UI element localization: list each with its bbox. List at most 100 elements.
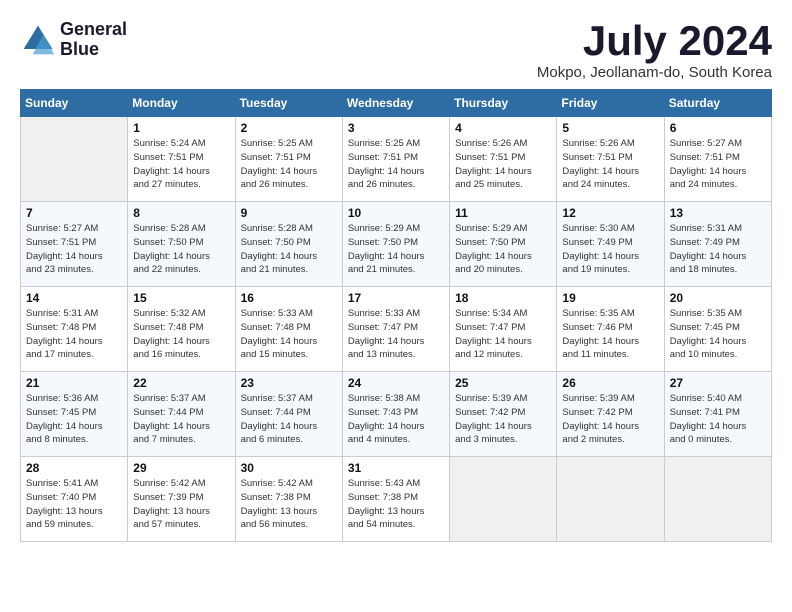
day-number: 7 (26, 206, 122, 220)
logo: General Blue (20, 20, 127, 60)
location: Mokpo, Jeollanam-do, South Korea (537, 64, 772, 81)
day-info: Sunrise: 5:30 AM Sunset: 7:49 PM Dayligh… (562, 222, 658, 277)
day-number: 3 (348, 121, 444, 135)
day-number: 25 (455, 376, 551, 390)
calendar-cell: 25 Sunrise: 5:39 AM Sunset: 7:42 PM Dayli… (450, 372, 557, 457)
week-row-5: 28 Sunrise: 5:41 AM Sunset: 7:40 PM Dayli… (21, 457, 772, 542)
day-number: 2 (241, 121, 337, 135)
calendar-cell: 26Sunrise: 5:39 AM Sunset: 7:42 PM Dayli… (557, 372, 664, 457)
day-info: Sunrise: 5:31 AM Sunset: 7:48 PM Dayligh… (26, 307, 122, 362)
week-row-2: 7 Sunrise: 5:27 AM Sunset: 7:51 PM Daylig… (21, 202, 772, 287)
day-number: 24 (348, 376, 444, 390)
calendar-cell: 12 Sunrise: 5:30 AM Sunset: 7:49 PM Dayli… (557, 202, 664, 287)
week-row-3: 14 Sunrise: 5:31 AM Sunset: 7:48 PM Dayli… (21, 287, 772, 372)
day-number: 22 (133, 376, 229, 390)
day-number: 9 (241, 206, 337, 220)
day-number: 19 (562, 291, 658, 305)
day-info: Sunrise: 5:26 AM Sunset: 7:51 PM Dayligh… (455, 137, 551, 192)
day-number: 10 (348, 206, 444, 220)
weekday-header-saturday: Saturday (664, 90, 771, 117)
calendar-cell: 7 Sunrise: 5:27 AM Sunset: 7:51 PM Daylig… (21, 202, 128, 287)
calendar-cell: 22 Sunrise: 5:37 AM Sunset: 7:44 PM Dayli… (128, 372, 235, 457)
day-number: 26 (562, 376, 658, 390)
calendar-cell: 18 Sunrise: 5:34 AM Sunset: 7:47 PM Dayli… (450, 287, 557, 372)
calendar-cell: 4 Sunrise: 5:26 AM Sunset: 7:51 PM Daylig… (450, 117, 557, 202)
day-number: 15 (133, 291, 229, 305)
day-number: 30 (241, 461, 337, 475)
day-info: Sunrise: 5:40 AM Sunset: 7:41 PM Dayligh… (670, 392, 766, 447)
day-number: 6 (670, 121, 766, 135)
calendar-cell: 16Sunrise: 5:33 AM Sunset: 7:48 PM Dayli… (235, 287, 342, 372)
weekday-header-wednesday: Wednesday (342, 90, 449, 117)
calendar-cell: 15 Sunrise: 5:32 AM Sunset: 7:48 PM Dayli… (128, 287, 235, 372)
day-number: 23 (241, 376, 337, 390)
day-number: 16 (241, 291, 337, 305)
weekday-header-row: SundayMondayTuesdayWednesdayThursdayFrid… (21, 90, 772, 117)
day-number: 11 (455, 206, 551, 220)
calendar-cell: 28 Sunrise: 5:41 AM Sunset: 7:40 PM Dayli… (21, 457, 128, 542)
day-info: Sunrise: 5:34 AM Sunset: 7:47 PM Dayligh… (455, 307, 551, 362)
weekday-header-tuesday: Tuesday (235, 90, 342, 117)
weekday-header-sunday: Sunday (21, 90, 128, 117)
day-number: 4 (455, 121, 551, 135)
day-info: Sunrise: 5:31 AM Sunset: 7:49 PM Dayligh… (670, 222, 766, 277)
calendar-cell: 29Sunrise: 5:42 AM Sunset: 7:39 PM Dayli… (128, 457, 235, 542)
title-block: July 2024 Mokpo, Jeollanam-do, South Kor… (537, 20, 772, 81)
day-number: 17 (348, 291, 444, 305)
weekday-header-monday: Monday (128, 90, 235, 117)
calendar-cell: 11Sunrise: 5:29 AM Sunset: 7:50 PM Dayli… (450, 202, 557, 287)
calendar-cell: 27 Sunrise: 5:40 AM Sunset: 7:41 PM Dayli… (664, 372, 771, 457)
day-info: Sunrise: 5:41 AM Sunset: 7:40 PM Dayligh… (26, 477, 122, 532)
calendar-cell: 13 Sunrise: 5:31 AM Sunset: 7:49 PM Dayli… (664, 202, 771, 287)
week-row-4: 21Sunrise: 5:36 AM Sunset: 7:45 PM Dayli… (21, 372, 772, 457)
logo-icon (20, 22, 56, 58)
page-header: General Blue July 2024 Mokpo, Jeollanam-… (20, 20, 772, 81)
day-info: Sunrise: 5:37 AM Sunset: 7:44 PM Dayligh… (241, 392, 337, 447)
weekday-header-thursday: Thursday (450, 90, 557, 117)
day-info: Sunrise: 5:39 AM Sunset: 7:42 PM Dayligh… (455, 392, 551, 447)
day-info: Sunrise: 5:25 AM Sunset: 7:51 PM Dayligh… (348, 137, 444, 192)
day-number: 13 (670, 206, 766, 220)
day-number: 28 (26, 461, 122, 475)
day-info: Sunrise: 5:27 AM Sunset: 7:51 PM Dayligh… (670, 137, 766, 192)
day-number: 18 (455, 291, 551, 305)
day-number: 21 (26, 376, 122, 390)
calendar-cell: 1 Sunrise: 5:24 AM Sunset: 7:51 PM Daylig… (128, 117, 235, 202)
calendar-cell (664, 457, 771, 542)
week-row-1: 1 Sunrise: 5:24 AM Sunset: 7:51 PM Daylig… (21, 117, 772, 202)
calendar-cell: 10Sunrise: 5:29 AM Sunset: 7:50 PM Dayli… (342, 202, 449, 287)
day-info: Sunrise: 5:35 AM Sunset: 7:45 PM Dayligh… (670, 307, 766, 362)
calendar-cell: 24 Sunrise: 5:38 AM Sunset: 7:43 PM Dayli… (342, 372, 449, 457)
calendar-cell: 5 Sunrise: 5:26 AM Sunset: 7:51 PM Daylig… (557, 117, 664, 202)
day-number: 14 (26, 291, 122, 305)
day-info: Sunrise: 5:37 AM Sunset: 7:44 PM Dayligh… (133, 392, 229, 447)
day-info: Sunrise: 5:42 AM Sunset: 7:38 PM Dayligh… (241, 477, 337, 532)
calendar-cell: 23 Sunrise: 5:37 AM Sunset: 7:44 PM Dayli… (235, 372, 342, 457)
day-info: Sunrise: 5:28 AM Sunset: 7:50 PM Dayligh… (241, 222, 337, 277)
day-number: 5 (562, 121, 658, 135)
calendar-cell: 19 Sunrise: 5:35 AM Sunset: 7:46 PM Dayli… (557, 287, 664, 372)
day-info: Sunrise: 5:32 AM Sunset: 7:48 PM Dayligh… (133, 307, 229, 362)
day-info: Sunrise: 5:27 AM Sunset: 7:51 PM Dayligh… (26, 222, 122, 277)
day-info: Sunrise: 5:24 AM Sunset: 7:51 PM Dayligh… (133, 137, 229, 192)
day-number: 27 (670, 376, 766, 390)
day-info: Sunrise: 5:28 AM Sunset: 7:50 PM Dayligh… (133, 222, 229, 277)
day-number: 31 (348, 461, 444, 475)
calendar-cell: 17 Sunrise: 5:33 AM Sunset: 7:47 PM Dayli… (342, 287, 449, 372)
day-info: Sunrise: 5:33 AM Sunset: 7:47 PM Dayligh… (348, 307, 444, 362)
day-info: Sunrise: 5:26 AM Sunset: 7:51 PM Dayligh… (562, 137, 658, 192)
calendar-cell: 14 Sunrise: 5:31 AM Sunset: 7:48 PM Dayli… (21, 287, 128, 372)
calendar-cell: 20Sunrise: 5:35 AM Sunset: 7:45 PM Dayli… (664, 287, 771, 372)
calendar-cell: 21Sunrise: 5:36 AM Sunset: 7:45 PM Dayli… (21, 372, 128, 457)
calendar-cell (557, 457, 664, 542)
day-info: Sunrise: 5:43 AM Sunset: 7:38 PM Dayligh… (348, 477, 444, 532)
day-info: Sunrise: 5:35 AM Sunset: 7:46 PM Dayligh… (562, 307, 658, 362)
day-number: 12 (562, 206, 658, 220)
weekday-header-friday: Friday (557, 90, 664, 117)
logo-text: General Blue (60, 20, 127, 60)
day-info: Sunrise: 5:38 AM Sunset: 7:43 PM Dayligh… (348, 392, 444, 447)
day-number: 1 (133, 121, 229, 135)
calendar-cell: 3 Sunrise: 5:25 AM Sunset: 7:51 PM Daylig… (342, 117, 449, 202)
calendar-cell: 8Sunrise: 5:28 AM Sunset: 7:50 PM Daylig… (128, 202, 235, 287)
calendar-cell (450, 457, 557, 542)
